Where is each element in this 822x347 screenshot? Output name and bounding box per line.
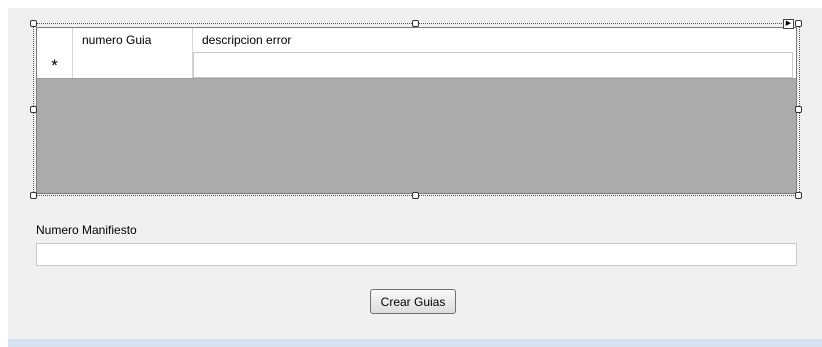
window-bottom-strip [8,339,822,347]
resize-handle-top-middle[interactable] [412,20,419,27]
cell-descripcion-error[interactable] [193,52,793,78]
grid-header-row: numero Guia descripcion error [37,28,796,52]
smart-tag-arrow-icon[interactable]: ▶ [783,19,794,29]
resize-handle-middle-right[interactable] [795,106,802,113]
crear-guias-button[interactable]: Crear Guias [370,289,456,314]
grid-corner-cell[interactable] [37,28,73,52]
column-header-descripcion-error[interactable]: descripcion error [193,28,796,52]
numero-manifiesto-label: Numero Manifiesto [36,223,137,237]
resize-handle-bottom-left[interactable] [30,192,37,199]
cell-numero-guia[interactable] [73,52,193,78]
column-header-numero-guia[interactable]: numero Guia [73,28,193,52]
resize-handle-middle-left[interactable] [30,106,37,113]
numero-manifiesto-input[interactable] [36,243,797,266]
new-row[interactable]: * [37,52,796,79]
guias-data-grid[interactable]: numero Guia descripcion error * [36,27,797,194]
new-row-marker-icon[interactable]: * [37,52,73,78]
resize-handle-top-left[interactable] [30,20,37,27]
resize-handle-bottom-right[interactable] [795,192,802,199]
resize-handle-bottom-middle[interactable] [412,192,419,199]
resize-handle-top-right[interactable] [795,20,802,27]
